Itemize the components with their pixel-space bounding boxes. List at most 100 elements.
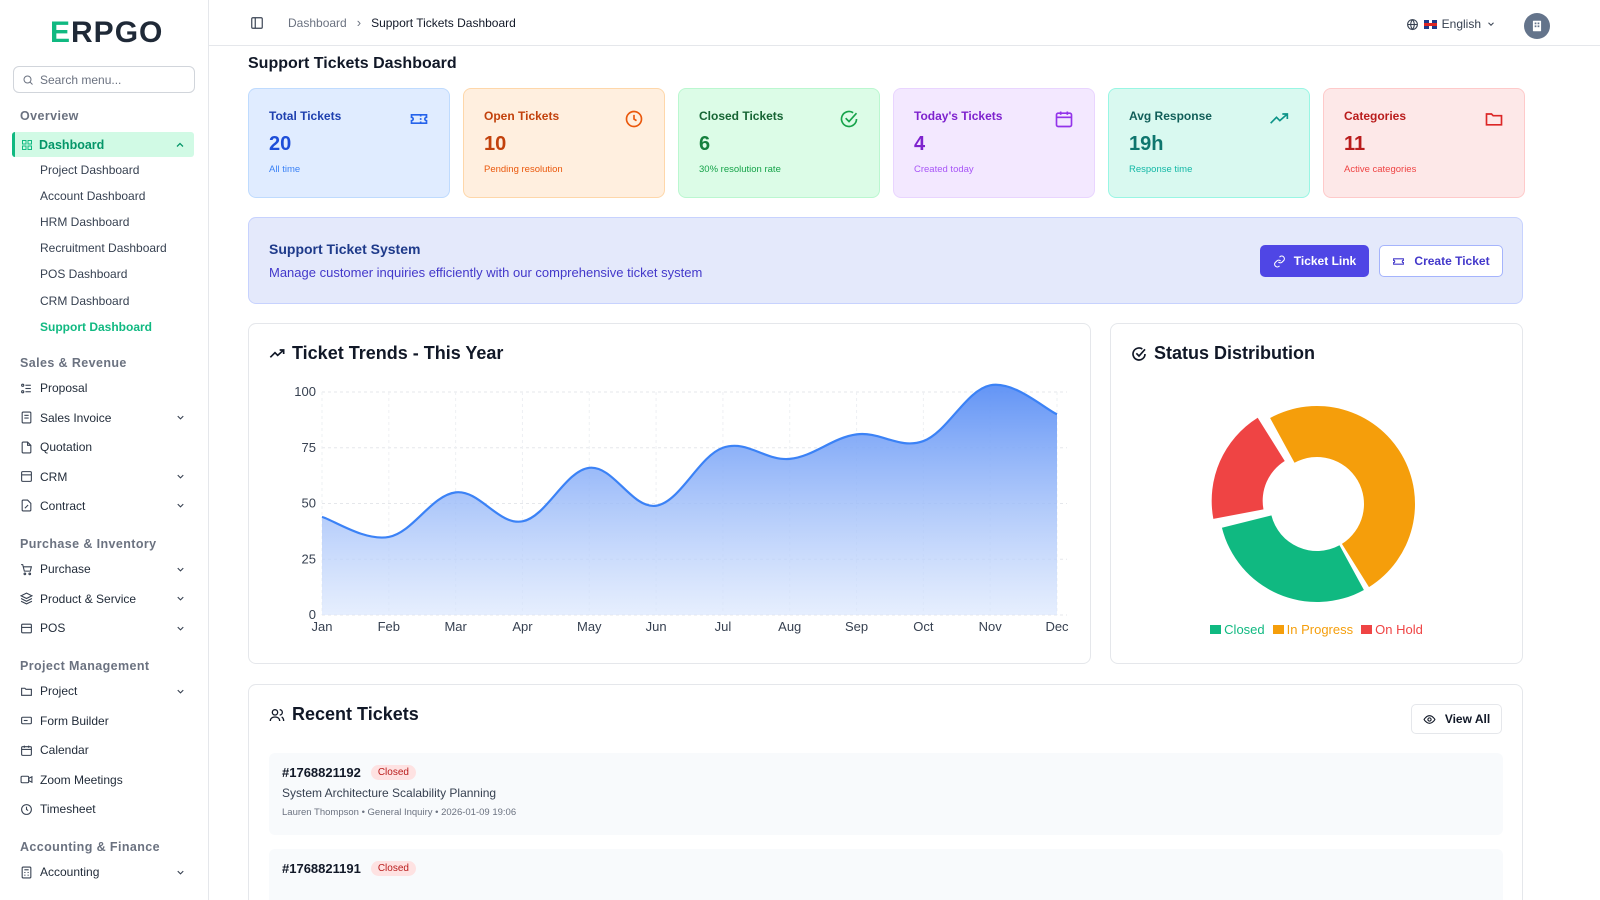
stat-card-total-tickets: Total Tickets 20 All time xyxy=(248,88,450,198)
sidebar-item-hrm-dashboard[interactable]: HRM Dashboard xyxy=(0,209,208,235)
sidebar-item-pos[interactable]: POS xyxy=(0,613,208,642)
invoice-icon xyxy=(21,411,32,424)
sidebar-item-proposal[interactable]: Proposal xyxy=(0,374,208,403)
sidebar-item-contract[interactable]: Contract xyxy=(0,491,208,520)
stats-row: Total Tickets 20 All time Open Tickets 1… xyxy=(248,88,1525,198)
stat-value: 11 xyxy=(1344,133,1366,155)
chevron-up-icon xyxy=(176,142,184,147)
breadcrumb-separator: › xyxy=(356,15,362,30)
accounting-icon xyxy=(21,866,32,879)
clock-icon xyxy=(21,803,32,815)
sidebar-item-product-service[interactable]: Product & Service xyxy=(0,584,208,613)
stat-label: Closed Tickets xyxy=(699,109,784,123)
layers-icon xyxy=(20,592,33,605)
legend-item-on-hold[interactable]: On Hold xyxy=(1361,622,1423,637)
y-tick-label: 75 xyxy=(302,440,316,455)
sidebar: ERPGO Search menu... Overview Dashboard … xyxy=(0,0,209,900)
chevron-down-icon xyxy=(1488,22,1494,26)
ticket-row[interactable]: #1768821192 Closed System Architecture S… xyxy=(269,753,1503,835)
recent-tickets-card: Recent Tickets View All #1768821192 Clos… xyxy=(248,684,1523,900)
sidebar-item-crm[interactable]: CRM xyxy=(0,462,208,491)
sidebar-item-sales-invoice[interactable]: Sales Invoice xyxy=(0,403,208,432)
card-title: Recent Tickets xyxy=(269,704,419,725)
sidebar-item-zoom-meetings[interactable]: Zoom Meetings xyxy=(0,765,208,794)
button-label: Ticket Link xyxy=(1293,254,1357,268)
breadcrumb-dashboard[interactable]: Dashboard xyxy=(288,16,347,30)
legend-swatch xyxy=(1272,625,1284,634)
section-accounting-finance: Accounting & Finance xyxy=(20,839,160,854)
pie-slice-closed xyxy=(1221,515,1364,602)
building-icon xyxy=(1532,20,1542,32)
sidebar-item-timesheet[interactable]: Timesheet xyxy=(0,794,208,823)
cart-icon xyxy=(21,563,33,575)
sidebar-item-dashboard[interactable]: Dashboard xyxy=(12,132,194,157)
stat-card-todays-tickets: Today's Tickets 4 Created today xyxy=(893,88,1095,198)
x-tick-label: Jul xyxy=(715,619,732,634)
section-overview: Overview xyxy=(20,109,79,123)
pie-slice-on-hold xyxy=(1211,417,1285,519)
sidebar-item-recruitment-dashboard[interactable]: Recruitment Dashboard xyxy=(0,235,208,261)
status-distribution-chart xyxy=(1211,405,1416,602)
sidebar-item-accounting[interactable]: Accounting xyxy=(0,858,208,887)
app-logo[interactable]: ERPGO xyxy=(0,0,208,62)
trending-up-icon xyxy=(1270,113,1289,124)
quotation-icon xyxy=(21,441,32,454)
legend-item-closed[interactable]: Closed xyxy=(1210,622,1265,637)
sidebar-item-crm-dashboard[interactable]: CRM Dashboard xyxy=(0,287,208,313)
sidebar-item-pos-dashboard[interactable]: POS Dashboard xyxy=(0,261,208,287)
stat-value: 6 xyxy=(699,133,711,155)
stat-value: 10 xyxy=(484,133,507,155)
sidebar-item-calendar[interactable]: Calendar xyxy=(0,736,208,765)
stat-sub: Pending resolution xyxy=(484,164,563,175)
chevron-down-icon xyxy=(177,626,184,631)
folder-icon xyxy=(21,687,32,696)
ticket-id: #1768821191 xyxy=(282,861,361,876)
sidebar-item-quotation[interactable]: Quotation xyxy=(0,432,208,461)
sidebar-toggle-icon[interactable] xyxy=(250,16,264,30)
sidebar-item-support-dashboard[interactable]: Support Dashboard xyxy=(0,314,208,340)
page-title: Support Tickets Dashboard xyxy=(248,55,457,72)
chevron-down-icon xyxy=(177,870,184,875)
ticket-meta: Lauren Thompson • General Inquiry • 2026… xyxy=(282,807,517,818)
stat-sub: Response time xyxy=(1129,164,1193,175)
section-project-management: Project Management xyxy=(20,658,150,673)
sidebar-item-label: Accounting xyxy=(40,865,100,880)
sidebar-item-label: Purchase xyxy=(40,562,91,577)
avatar[interactable] xyxy=(1524,13,1550,39)
ticket-row[interactable]: #1768821191 Closed xyxy=(269,849,1503,900)
sidebar-item-label: Form Builder xyxy=(40,713,109,728)
legend-swatch xyxy=(1210,625,1222,634)
view-all-button[interactable]: View All xyxy=(1411,704,1502,734)
sidebar-item-project-dashboard[interactable]: Project Dashboard xyxy=(0,157,208,183)
sidebar-item-label: Dashboard xyxy=(39,137,105,152)
sidebar-item-purchase[interactable]: Purchase xyxy=(0,555,208,584)
legend-item-in-progress[interactable]: In Progress xyxy=(1272,622,1353,637)
banner-subtitle: Manage customer inquiries efficiently wi… xyxy=(269,265,703,280)
status-badge: Closed xyxy=(370,861,416,876)
sidebar-item-form-builder[interactable]: Form Builder xyxy=(0,706,208,735)
sidebar-item-account-dashboard[interactable]: Account Dashboard xyxy=(0,183,208,209)
stat-sub: Active categories xyxy=(1344,164,1417,175)
proposal-icon xyxy=(21,383,31,394)
crm-icon xyxy=(21,471,32,482)
check-circle-icon xyxy=(840,110,858,128)
search-input[interactable]: Search menu... xyxy=(13,66,195,93)
chevron-down-icon xyxy=(177,504,184,509)
uk-flag-icon xyxy=(1423,19,1437,29)
support-system-banner: Support Ticket System Manage customer in… xyxy=(248,217,1523,304)
ticket-trends-card: Ticket Trends - This Year 0 25 50 75 100 Jan F… xyxy=(248,323,1091,664)
chevron-down-icon xyxy=(177,596,184,601)
legend-swatch xyxy=(1361,625,1373,634)
stat-label: Open Tickets xyxy=(484,109,560,123)
stat-sub: Created today xyxy=(914,164,974,175)
language-selector[interactable]: English xyxy=(1406,17,1496,31)
x-tick-label: Mar xyxy=(444,619,467,634)
sidebar-item-project[interactable]: Project xyxy=(0,677,208,706)
section-purchase-inventory: Purchase & Inventory xyxy=(20,536,157,551)
status-badge: Closed xyxy=(370,765,416,780)
create-ticket-button[interactable]: Create Ticket xyxy=(1379,245,1503,277)
sidebar-item-label: Contract xyxy=(40,498,86,513)
ticket-link-button[interactable]: Ticket Link xyxy=(1260,245,1369,277)
sidebar-item-label: CRM xyxy=(40,469,68,484)
ticket-icon xyxy=(410,114,428,124)
